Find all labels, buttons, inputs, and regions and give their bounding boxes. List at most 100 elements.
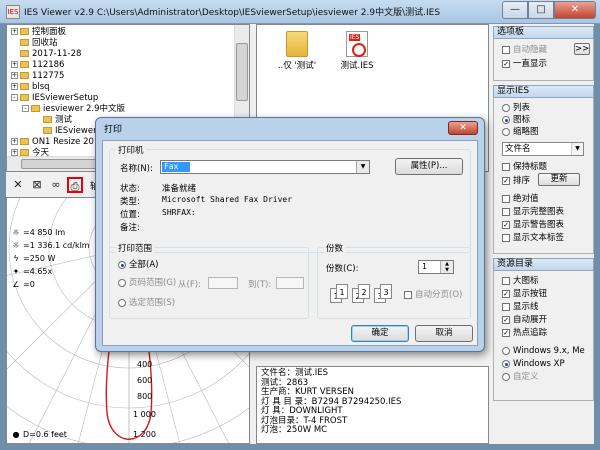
tree-item-label: 控制面板 [32, 27, 67, 37]
checkbox-label: 保持标题 [513, 162, 548, 172]
all-radio[interactable]: 全部(A) [118, 260, 158, 270]
ok-button[interactable]: 确定 [351, 325, 409, 342]
pages-radio[interactable]: 页码范围(G) [118, 278, 176, 288]
print-icon[interactable]: ⎙ [67, 177, 83, 193]
checkbox-label: 自动隐藏 [513, 45, 548, 55]
big-icons-checkbox[interactable]: 大图标 [502, 276, 539, 286]
expand-icon[interactable]: + [11, 83, 18, 90]
tree-item-label: 2017-11-28 [32, 49, 82, 59]
custom-radio[interactable]: 自定义 [502, 372, 539, 382]
range-group: 打印范围 全部(A) 页码范围(G) 从(F): 到(T): 选定范围(S) [109, 242, 309, 319]
radio-circle [118, 298, 126, 307]
checkbox-box [404, 290, 412, 299]
folder-icon [20, 83, 29, 90]
thumbs-radio[interactable]: 缩略图 [502, 127, 539, 137]
auto-hide-checkbox[interactable]: 自动隐藏 [502, 45, 547, 55]
win9x-radio[interactable]: Windows 9.x, Me [502, 346, 585, 356]
folder-icon [20, 94, 29, 101]
ring-label: 600 [137, 376, 153, 385]
collate-checkbox[interactable]: 自动分页(O) [404, 290, 462, 300]
show-warning-chart-checkbox[interactable]: ✓ 显示警告图表 [502, 220, 564, 230]
printer-select[interactable]: Fax ▼ [160, 160, 370, 174]
tree-item[interactable]: +112775 [11, 71, 64, 82]
expand-icon[interactable]: + [11, 138, 18, 145]
link-icon[interactable]: ∞ [48, 177, 64, 193]
folder-up-item[interactable]: ..仅 '测试' [267, 31, 327, 71]
dialog-body: 打印机 名称(N): Fax ▼ 属性(P)... 状态: 准备就绪 类型: M… [102, 140, 478, 346]
update-button[interactable]: 更新 [538, 173, 580, 186]
copies-group: 份数 份数(C): 1 ▲▼ 1 1 2 2 3 3 自动分页(O) [317, 242, 471, 319]
copies-spinner[interactable]: 1 ▲ ▼ [418, 260, 454, 274]
close-button[interactable]: ✕ [554, 1, 596, 19]
chevron-down-icon: ▼ [571, 143, 583, 155]
fit-icon[interactable]: ✕ [10, 177, 26, 193]
show-lines-checkbox[interactable]: 显示线 [502, 302, 539, 312]
clipboard-header: 选项板 [493, 26, 594, 39]
minimize-button[interactable]: — [502, 1, 528, 19]
collapse-button[interactable]: >> [574, 43, 590, 55]
expand-icon[interactable]: + [11, 149, 18, 156]
sort-field-select[interactable]: 文件名 ▼ [502, 142, 584, 156]
winxp-radio[interactable]: Windows XP [502, 359, 565, 369]
show-text-tags-checkbox[interactable]: 显示文本标签 [502, 233, 564, 243]
copies-value: 1 [422, 262, 427, 271]
from-label: 从(F): [178, 280, 201, 290]
dialog-close-button[interactable]: ✕ [448, 121, 478, 135]
tree-item[interactable]: + 控制面板 [11, 27, 66, 38]
checkbox-label: 显示线 [513, 302, 539, 312]
cancel-button[interactable]: 取消 [415, 325, 473, 342]
hot-track-checkbox[interactable]: ✓ 热点追踪 [502, 328, 547, 338]
lamp-icon: ☼ [12, 241, 20, 250]
name-label: 名称(N): [120, 164, 153, 174]
file-info-panel: 文件名：测试.IES 测试：2863 生产商：KURT VERSEN 灯 具 目… [256, 366, 489, 444]
radio-circle [502, 103, 510, 112]
tree-item[interactable]: + blsq [11, 82, 50, 93]
tree-item[interactable]: - IESviewerSetup [11, 93, 98, 104]
checkbox-label: 绝对值 [513, 194, 539, 204]
sort-checkbox[interactable]: ✓ 排序 [502, 176, 530, 186]
folder-icon [286, 31, 308, 57]
show-full-chart-checkbox[interactable]: 显示完整图表 [502, 207, 564, 217]
selection-radio[interactable]: 选定范围(S) [118, 298, 175, 308]
radio-label: 自定义 [513, 372, 539, 382]
expand-icon[interactable]: + [11, 61, 18, 68]
icons-radio[interactable]: 图标 [502, 115, 530, 125]
folder-icon [20, 50, 29, 57]
absolute-checkbox[interactable]: 绝对值 [502, 194, 539, 204]
select-value: 文件名 [505, 144, 531, 154]
show-buttons-checkbox[interactable]: ✓ 显示按钮 [502, 289, 547, 299]
tree-item[interactable]: 回收站 [20, 38, 58, 49]
tree-item[interactable]: 2017-11-28 [20, 49, 81, 60]
tree-item[interactable]: + ON1 Resize 2017 [11, 137, 105, 148]
polar-icon[interactable]: ⊠ [29, 177, 45, 193]
collapse-icon[interactable]: - [22, 105, 29, 112]
tree-item[interactable]: - iesviewer 2.9中文版 [22, 104, 125, 115]
radio-label: Windows XP [513, 359, 565, 369]
ring-label: 1 000 [133, 410, 156, 419]
tree-item-selected[interactable]: 测试 [43, 115, 72, 126]
expand-icon[interactable]: + [11, 28, 18, 35]
collapse-icon[interactable]: - [11, 94, 18, 101]
scroll-thumb[interactable] [236, 43, 248, 101]
spinner-arrows-icon[interactable]: ▲ ▼ [440, 261, 453, 273]
auto-expand-checkbox[interactable]: ✓ 自动展开 [502, 315, 547, 325]
bulb-icon: ✦ [12, 267, 20, 276]
expand-icon[interactable]: + [11, 72, 18, 79]
maximize-button[interactable]: □ [528, 1, 554, 19]
list-radio[interactable]: 列表 [502, 103, 530, 113]
metric-value: =1 336.1 cd/klm [23, 241, 90, 250]
ies-file-item[interactable]: 测试.IES [327, 31, 387, 71]
status-value: 准备就绪 [162, 184, 197, 194]
to-page-input[interactable] [276, 277, 304, 289]
page-icon: 1 [336, 284, 348, 299]
tree-item-label: IESviewerSetup [32, 93, 99, 103]
properties-button[interactable]: 属性(P)... [395, 158, 463, 175]
checkbox-box [502, 207, 510, 216]
radio-label: 列表 [513, 103, 531, 113]
keep-title-checkbox[interactable]: 保持标题 [502, 162, 547, 172]
tree-item[interactable]: +112186 [11, 60, 64, 71]
from-page-input[interactable] [208, 277, 238, 289]
checkbox-label: 自动分页(O) [415, 290, 463, 300]
window-controls: — □ ✕ [502, 1, 596, 19]
always-show-checkbox[interactable]: ✓ 一直显示 [502, 59, 547, 69]
